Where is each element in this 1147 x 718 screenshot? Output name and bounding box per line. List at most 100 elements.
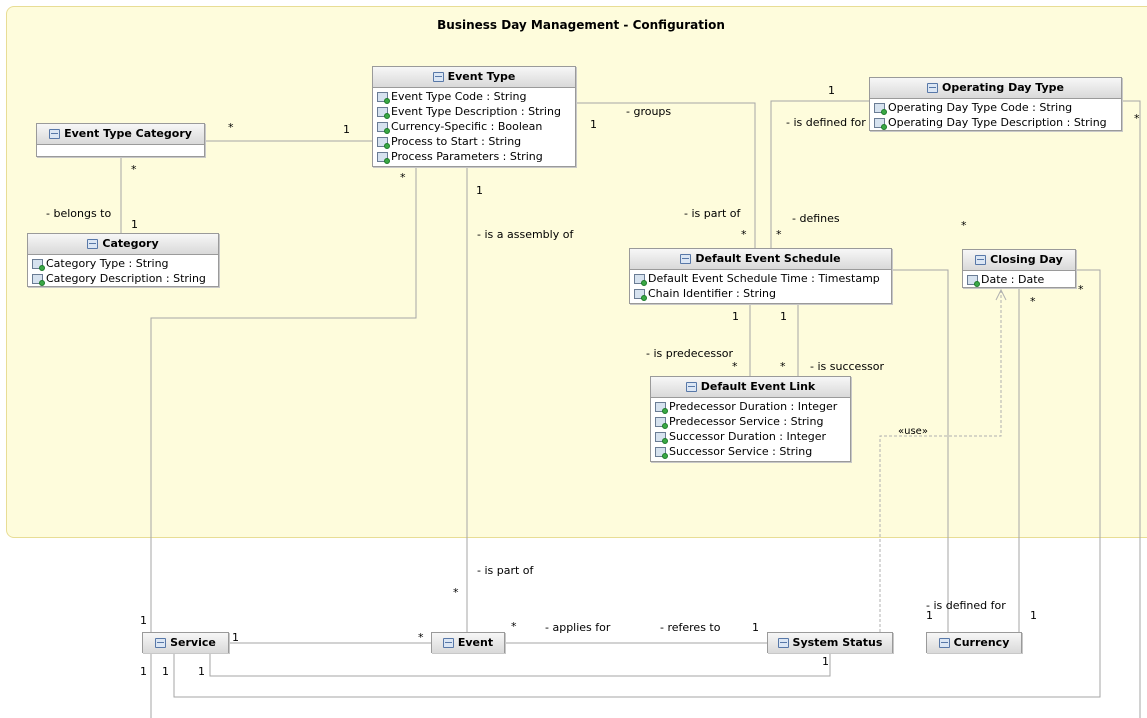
class-default-event-link[interactable]: Default Event Link Predecessor Duration … [650, 376, 851, 462]
class-name: Category [102, 237, 159, 250]
attribute: Predecessor Duration : Integer [669, 400, 838, 413]
assoc-odt-right [1122, 100, 1141, 718]
attribute-icon [377, 137, 390, 149]
attribute: Successor Duration : Integer [669, 430, 827, 443]
attribute: Event Type Code : String [391, 90, 527, 103]
class-event[interactable]: Event [431, 632, 505, 653]
assoc-groups [577, 102, 756, 248]
class-icon [432, 72, 444, 82]
label-belongs-to: - belongs to [46, 207, 112, 220]
class-icon [155, 638, 167, 648]
multiplicity: 1 [140, 614, 147, 627]
attribute-icon [377, 152, 390, 164]
class-event-type-category[interactable]: Event Type Category [36, 123, 205, 157]
attribute-icon [655, 417, 668, 429]
attribute-icon [655, 432, 668, 444]
attribute-icon [377, 122, 390, 134]
class-icon [938, 638, 950, 648]
class-name: Event Type Category [64, 127, 192, 140]
attribute-icon [32, 259, 45, 271]
class-name: Currency [953, 636, 1010, 649]
multiplicity: * [1030, 295, 1036, 308]
label-is-successor: - is successor [810, 360, 885, 373]
class-icon [49, 129, 61, 139]
class-name: Default Event Schedule [695, 252, 841, 265]
multiplicity: 1 [822, 655, 829, 668]
class-name: Event Type [447, 70, 516, 83]
class-name: Closing Day [990, 253, 1063, 266]
attribute: Default Event Schedule Time : Timestamp [648, 272, 880, 285]
attribute-icon [634, 289, 647, 301]
attribute-icon [874, 118, 887, 130]
multiplicity: 1 [140, 665, 147, 678]
label-applies-for: - applies for [545, 621, 611, 634]
attribute-icon [874, 103, 887, 115]
attribute: Successor Service : String [669, 445, 813, 458]
attribute: Currency-Specific : Boolean [391, 120, 543, 133]
multiplicity: * [741, 228, 747, 241]
attribute-icon [32, 274, 45, 286]
multiplicity: * [776, 228, 782, 241]
multiplicity: 1 [732, 310, 739, 323]
label-defines: - defines [792, 212, 840, 225]
multiplicity: 1 [1030, 609, 1037, 622]
attribute: Operating Day Type Code : String [888, 101, 1073, 114]
attribute: Date : Date [981, 273, 1045, 286]
attribute: Chain Identifier : String [648, 287, 776, 300]
attribute: Event Type Description : String [391, 105, 561, 118]
multiplicity: * [453, 586, 459, 599]
attribute: Category Description : String [46, 272, 206, 285]
label-use: «use» [898, 426, 928, 437]
multiplicity: 1 [476, 184, 483, 197]
class-icon [926, 83, 938, 93]
class-icon [685, 382, 697, 392]
multiplicity: * [1078, 283, 1084, 296]
multiplicity: * [131, 163, 137, 176]
multiplicity: * [228, 121, 234, 134]
multiplicity: * [780, 360, 786, 373]
multiplicity: 1 [780, 310, 787, 323]
multiplicity: 1 [926, 609, 933, 622]
multiplicity: 1 [232, 631, 239, 644]
multiplicity: 1 [131, 218, 138, 231]
attribute: Operating Day Type Description : String [888, 116, 1107, 129]
class-name: Default Event Link [700, 380, 816, 393]
multiplicity: * [961, 219, 967, 232]
multiplicity: * [1134, 112, 1140, 125]
multiplicity: 1 [162, 665, 169, 678]
label-is-predecessor: - is predecessor [646, 347, 734, 360]
assoc-service-status [209, 653, 831, 677]
class-service[interactable]: Service [142, 632, 229, 653]
class-operating-day-type[interactable]: Operating Day Type Operating Day Type Co… [869, 77, 1122, 131]
class-default-event-schedule[interactable]: Default Event Schedule Default Event Sch… [629, 248, 892, 304]
class-name: System Status [792, 636, 883, 649]
class-name: Event [457, 636, 494, 649]
class-icon [680, 254, 692, 264]
attribute-icon [377, 92, 390, 104]
class-icon [777, 638, 789, 648]
label-is-defined-for: - is defined for [786, 116, 866, 129]
class-icon [87, 239, 99, 249]
class-event-type[interactable]: Event Type Event Type Code : String Even… [372, 66, 576, 167]
attribute-icon [967, 275, 980, 287]
multiplicity: * [511, 620, 517, 633]
multiplicity: 1 [198, 665, 205, 678]
multiplicity: 1 [828, 84, 835, 97]
class-icon [975, 255, 987, 265]
label-is-part-of: - is part of [684, 207, 741, 220]
class-name: Operating Day Type [941, 81, 1064, 94]
class-category[interactable]: Category Category Type : String Category… [27, 233, 219, 287]
attribute: Category Type : String [46, 257, 169, 270]
multiplicity: * [732, 360, 738, 373]
class-currency[interactable]: Currency [926, 632, 1022, 653]
class-closing-day[interactable]: Closing Day Date : Date [962, 249, 1076, 288]
label-groups: - groups [626, 105, 672, 118]
attribute-icon [377, 107, 390, 119]
assoc-des-currency [892, 269, 949, 632]
label-is-a-assembly-of: - is a assembly of [477, 228, 574, 241]
use-dependency [879, 290, 1002, 632]
attribute-icon [655, 447, 668, 459]
attribute: Process to Start : String [391, 135, 522, 148]
class-system-status[interactable]: System Status [767, 632, 893, 653]
multiplicity: 1 [343, 123, 350, 136]
